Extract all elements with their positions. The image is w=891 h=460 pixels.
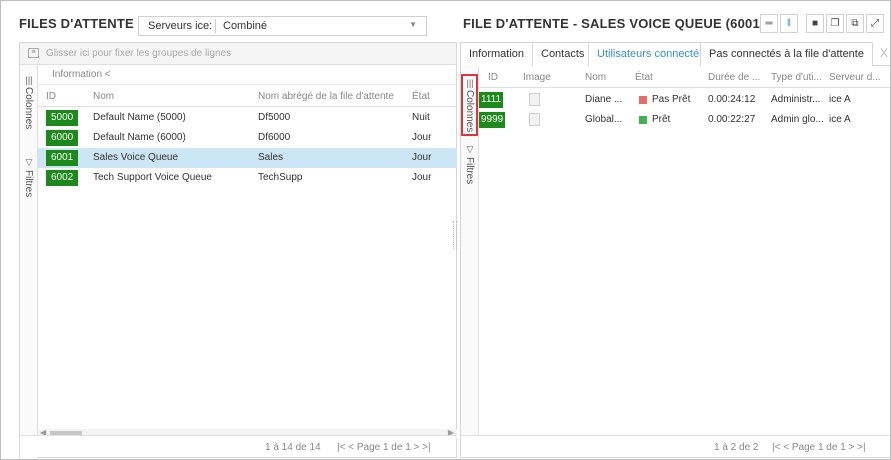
column-header-name[interactable]: Nom — [93, 91, 114, 102]
queue-short-name: Sales — [258, 152, 284, 163]
pagination: 1 à 14 de 14 |< < Page 1 de 1 > >| — [20, 435, 456, 457]
window-icon[interactable]: ⧉ — [846, 14, 864, 33]
connected-users-grid: ||| Colonnes ▽ Filtres ID Image Nom État… — [460, 66, 890, 458]
record-count: 1 à 2 de 2 — [714, 442, 759, 453]
columns-highlight-box — [461, 74, 478, 136]
filter-icon: ▽ — [466, 144, 474, 154]
columns-tool[interactable]: ||| Colonnes — [21, 75, 37, 129]
column-header-state[interactable]: État — [635, 72, 653, 83]
table-row[interactable]: 6002 Tech Support Voice Queue TechSupp J… — [38, 168, 457, 188]
status-indicator — [639, 96, 647, 104]
user-id-badge: 1111 — [479, 92, 504, 108]
queue-detail-title: FILE D'ATTENTE - SALES VOICE QUEUE (6001… — [463, 16, 765, 31]
queue-state: Jour — [412, 132, 432, 143]
queue-name: Tech Support Voice Queue — [93, 172, 212, 183]
copy-icon[interactable]: ❐ — [826, 14, 844, 33]
filters-tool-label: Filtres — [464, 157, 475, 185]
user-type: Admin glo... — [771, 114, 824, 125]
queue-state: Jour — [412, 152, 432, 163]
queue-detail-panel: FILE D'ATTENTE - SALES VOICE QUEUE (6001… — [460, 8, 890, 458]
filters-tool[interactable]: ▽ Filtres — [21, 157, 37, 197]
queue-id-badge: 6002 — [46, 170, 79, 186]
user-server: ice A — [829, 94, 851, 105]
column-header-image[interactable]: Image — [523, 72, 551, 83]
info-band[interactable]: Information < — [38, 65, 457, 85]
table-header: ID Image Nom État Durée de ... Type d'ut… — [479, 66, 890, 88]
queue-id-badge: 6001 — [46, 150, 79, 166]
detail-tabs: Information Contacts Utilisateurs connec… — [460, 42, 890, 66]
group-hint: Glisser ici pour fixer les groupes de li… — [46, 48, 232, 59]
columns-tool-label: Colonnes — [23, 87, 34, 130]
user-id-badge: 9999 — [479, 112, 506, 128]
queues-grid: ≡ Glisser ici pour fixer les groupes de … — [19, 42, 457, 458]
user-state: Prêt — [652, 114, 671, 125]
group-icon: ≡ — [28, 48, 39, 58]
column-header-id[interactable]: ID — [46, 91, 56, 102]
queue-id-badge: 6000 — [46, 130, 79, 146]
queues-header: FILES D'ATTENTE Serveurs ice: Combiné ▼ — [9, 8, 457, 38]
page-navigation[interactable]: |< < Page 1 de 1 > >| — [772, 442, 866, 453]
queue-state: Nuit — [412, 112, 430, 123]
columns-icon: ||| — [25, 75, 33, 85]
queue-short-name: Df6000 — [258, 132, 291, 143]
server-select[interactable]: Serveurs ice: Combiné ▼ — [138, 16, 427, 36]
table-row[interactable]: 5000 Default Name (5000) Df5000 Nuit — [38, 108, 457, 128]
table-row[interactable]: 1111 Diane ... Pas Prêt 0.00:24:12 Admin… — [479, 90, 890, 110]
info-band-label: Information < — [52, 69, 111, 80]
user-duration: 0.00:24:12 — [708, 94, 756, 105]
vertical-layout-icon[interactable]: ‖ — [780, 14, 798, 33]
app-frame: FILES D'ATTENTE Serveurs ice: Combiné ▼ … — [0, 0, 891, 460]
tab-not-connected[interactable]: Pas connectés à la file d'attente — [700, 42, 873, 66]
table-header: ID Nom Nom abrégé de la file d'attente É… — [38, 85, 457, 107]
grid-side-toolbar: ||| Colonnes ▽ Filtres — [20, 65, 38, 458]
expand-icon[interactable]: ⤢ — [866, 14, 884, 33]
column-header-user-type[interactable]: Type d'uti... — [771, 72, 822, 83]
column-header-id[interactable]: ID — [488, 72, 498, 83]
queue-short-name: Df5000 — [258, 112, 291, 123]
filters-tool-label: Filtres — [23, 170, 34, 198]
group-drop-zone[interactable]: ≡ Glisser ici pour fixer les groupes de … — [20, 43, 456, 65]
tab-information[interactable]: Information — [460, 42, 534, 66]
queue-name: Default Name (6000) — [93, 132, 186, 143]
panel-splitter[interactable] — [453, 221, 457, 249]
user-state: Pas Prêt — [652, 94, 691, 105]
queues-title: FILES D'ATTENTE — [19, 16, 134, 31]
server-select-label: Serveurs ice: — [148, 20, 213, 32]
close-icon[interactable]: X — [880, 46, 888, 60]
chevron-down-icon[interactable]: ▼ — [409, 20, 417, 29]
column-header-server[interactable]: Serveur d... — [829, 72, 881, 83]
column-header-name[interactable]: Nom — [585, 72, 606, 83]
queue-name: Default Name (5000) — [93, 112, 186, 123]
queue-id-badge: 5000 — [46, 110, 79, 126]
column-header-state[interactable]: État — [412, 91, 430, 102]
user-type: Administr... — [771, 94, 821, 105]
server-select-divider — [215, 19, 216, 33]
table-row[interactable]: 9999 Global... Prêt 0.00:22:27 Admin glo… — [479, 110, 890, 130]
queue-short-name: TechSupp — [258, 172, 303, 183]
status-indicator — [639, 116, 647, 124]
filters-tool[interactable]: ▽ Filtres — [462, 144, 478, 184]
tab-contacts[interactable]: Contacts — [532, 42, 594, 66]
queue-name: Sales Voice Queue — [93, 152, 179, 163]
column-header-short-name[interactable]: Nom abrégé de la file d'attente — [258, 91, 394, 102]
horizontal-layout-icon[interactable]: ═ — [760, 14, 778, 33]
user-server: ice A — [829, 114, 851, 125]
user-name: Global... — [585, 114, 623, 125]
user-name: Diane ... — [585, 94, 623, 105]
user-image-placeholder — [529, 113, 540, 126]
table-row-selected[interactable]: 6001 Sales Voice Queue Sales Jour — [38, 148, 457, 168]
page-navigation[interactable]: |< < Page 1 de 1 > >| — [337, 442, 431, 453]
column-header-duration[interactable]: Durée de ... — [708, 72, 760, 83]
pagination: 1 à 2 de 2 |< < Page 1 de 1 > >| — [461, 435, 890, 458]
queues-panel: FILES D'ATTENTE Serveurs ice: Combiné ▼ … — [9, 8, 457, 458]
filter-icon: ▽ — [25, 157, 33, 167]
tab-connected-users[interactable]: Utilisateurs connectés — [588, 42, 714, 66]
user-duration: 0.00:22:27 — [708, 114, 756, 125]
server-select-value: Combiné — [223, 20, 268, 32]
record-count: 1 à 14 de 14 — [265, 442, 321, 453]
save-icon[interactable]: ■ — [806, 14, 824, 33]
table-row[interactable]: 6000 Default Name (6000) Df6000 Jour — [38, 128, 457, 148]
queue-state: Jour — [412, 172, 432, 183]
user-image-placeholder — [529, 93, 540, 106]
